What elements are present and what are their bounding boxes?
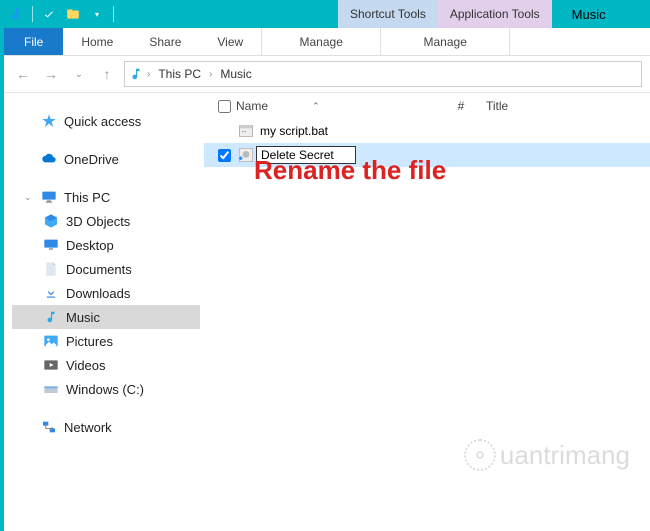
- forward-button[interactable]: →: [40, 63, 62, 85]
- ribbon-tab-view[interactable]: View: [199, 28, 261, 55]
- ribbon-tab-home[interactable]: Home: [63, 28, 131, 55]
- tree-label: Downloads: [66, 286, 130, 301]
- tree-label: Quick access: [64, 114, 141, 129]
- recent-locations-button[interactable]: ⌄: [68, 63, 90, 85]
- navigation-bar: ← → ⌄ ↑ › This PC › Music: [4, 56, 650, 92]
- folder-icon[interactable]: [65, 6, 81, 22]
- tree-3d-objects[interactable]: 3D Objects: [12, 209, 200, 233]
- ribbon-tab-share[interactable]: Share: [131, 28, 199, 55]
- up-button[interactable]: ↑: [96, 63, 118, 85]
- tree-desktop[interactable]: Desktop: [12, 233, 200, 257]
- desktop-icon: [42, 236, 60, 254]
- ribbon-tab-manage-shortcut[interactable]: Manage: [262, 28, 380, 55]
- chevron-right-icon[interactable]: ›: [147, 69, 150, 80]
- tree-this-pc[interactable]: ⌄ This PC: [12, 185, 200, 209]
- column-title[interactable]: Title: [486, 99, 650, 113]
- file-name: my script.bat: [256, 124, 328, 138]
- context-tab-label: Shortcut Tools: [338, 0, 438, 28]
- tree-label: Music: [66, 310, 100, 325]
- tree-music[interactable]: Music: [12, 305, 200, 329]
- column-headers: Name ⌃ # Title: [204, 93, 650, 119]
- annotation-text: Rename the file: [254, 155, 446, 186]
- sort-asc-icon: ⌃: [312, 101, 320, 112]
- context-tab-label: Application Tools: [438, 0, 552, 28]
- separator: [32, 6, 33, 22]
- tree-network[interactable]: Network: [12, 415, 200, 439]
- tree-label: Windows (C:): [66, 382, 144, 397]
- tree-label: This PC: [64, 190, 110, 205]
- chevron-right-icon[interactable]: ›: [209, 69, 212, 80]
- quick-access-toolbar: ▾: [4, 0, 118, 28]
- videos-icon: [42, 356, 60, 374]
- ribbon-tabs: File Home Share View Manage Manage: [4, 28, 650, 56]
- dropdown-icon[interactable]: ▾: [89, 6, 105, 22]
- navigation-tree: Quick access OneDrive ⌄ This PC 3D Objec…: [4, 93, 204, 531]
- star-icon: [40, 112, 58, 130]
- tree-windows-c[interactable]: Windows (C:): [12, 377, 200, 401]
- tree-videos[interactable]: Videos: [12, 353, 200, 377]
- context-tab-shortcut[interactable]: Shortcut Tools: [338, 0, 438, 28]
- ribbon-tab-manage-app[interactable]: Manage: [381, 28, 509, 55]
- bat-file-icon: [236, 122, 256, 140]
- document-icon: [42, 260, 60, 278]
- back-button[interactable]: ←: [12, 63, 34, 85]
- tree-label: Videos: [66, 358, 106, 373]
- drive-icon: [42, 380, 60, 398]
- separator: [113, 6, 114, 22]
- cloud-icon: [40, 150, 58, 168]
- column-number[interactable]: #: [436, 99, 486, 113]
- select-all-checkbox[interactable]: [212, 100, 236, 113]
- download-icon: [42, 284, 60, 302]
- tree-label: OneDrive: [64, 152, 119, 167]
- main-area: Quick access OneDrive ⌄ This PC 3D Objec…: [4, 93, 650, 531]
- tree-pictures[interactable]: Pictures: [12, 329, 200, 353]
- file-row[interactable]: my script.bat: [204, 119, 650, 143]
- context-tab-application[interactable]: Application Tools: [438, 0, 552, 28]
- tree-label: Pictures: [66, 334, 113, 349]
- ribbon-tab-file[interactable]: File: [4, 28, 63, 55]
- title-bar: ▾ Shortcut Tools Application Tools Music: [4, 0, 650, 28]
- network-icon: [40, 418, 58, 436]
- pictures-icon: [42, 332, 60, 350]
- music-icon: [129, 67, 143, 81]
- window-title: Music: [552, 0, 650, 28]
- tree-onedrive[interactable]: OneDrive: [12, 147, 200, 171]
- tree-label: Network: [64, 420, 112, 435]
- breadcrumb-this-pc[interactable]: This PC: [154, 67, 205, 81]
- tree-downloads[interactable]: Downloads: [12, 281, 200, 305]
- music-icon: [42, 308, 60, 326]
- tree-label: Desktop: [66, 238, 114, 253]
- file-list: Name ⌃ # Title my script.bat Rename the …: [204, 93, 650, 531]
- column-label: Name: [236, 99, 268, 113]
- breadcrumb-music[interactable]: Music: [216, 67, 255, 81]
- row-checkbox[interactable]: [212, 149, 236, 162]
- music-icon: [8, 6, 24, 22]
- monitor-icon: [40, 188, 58, 206]
- address-bar[interactable]: › This PC › Music: [124, 61, 642, 87]
- shortcut-icon: [236, 146, 256, 164]
- separator: [509, 28, 510, 55]
- column-name[interactable]: Name ⌃: [236, 99, 436, 113]
- check-icon[interactable]: [41, 6, 57, 22]
- tree-quick-access[interactable]: Quick access: [12, 109, 200, 133]
- cube-icon: [42, 212, 60, 230]
- tree-documents[interactable]: Documents: [12, 257, 200, 281]
- tree-label: 3D Objects: [66, 214, 130, 229]
- collapse-icon[interactable]: ⌄: [24, 192, 34, 203]
- tree-label: Documents: [66, 262, 132, 277]
